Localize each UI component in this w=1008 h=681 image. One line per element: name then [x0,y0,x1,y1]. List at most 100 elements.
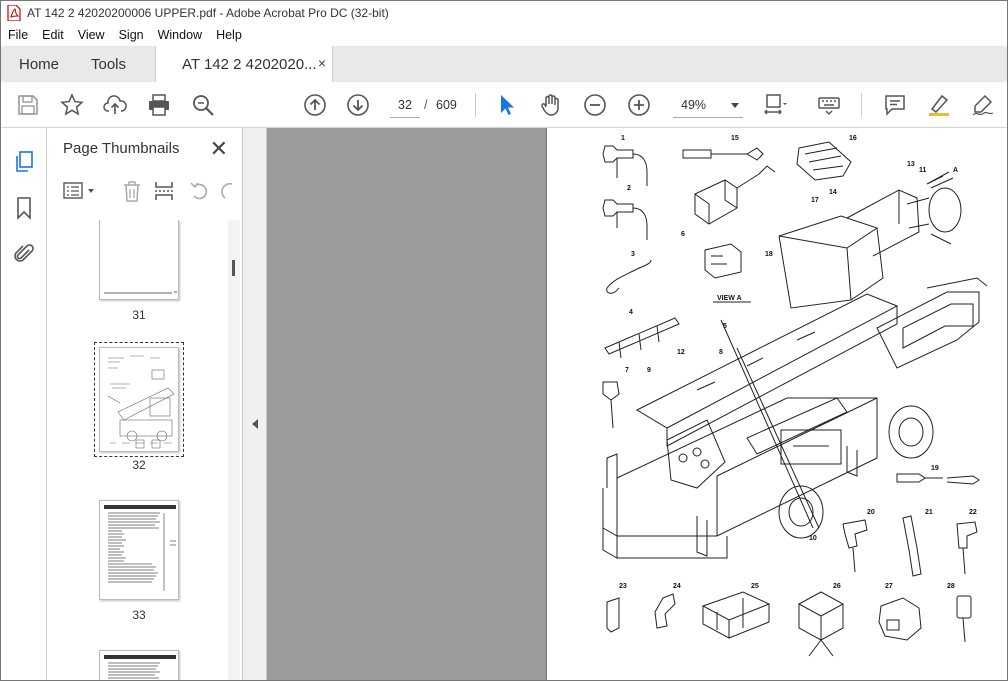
page-up-icon[interactable] [303,93,327,117]
hand-tool-icon[interactable] [539,93,563,117]
thumbnail-toolbar [47,174,243,208]
callout-10: 10 [809,535,817,542]
document-view[interactable]: 1 2 3 4 5 6 7 8 9 10 11 12 13 14 15 16 1… [267,128,1007,680]
callout-3: 3 [631,251,635,258]
page-thumbnail-image [104,505,176,591]
left-navigation-rail [0,128,47,681]
page-down-icon[interactable] [346,93,370,117]
callout-7: 7 [625,367,629,374]
zoom-level-value: 49% [681,98,707,112]
menu-edit[interactable]: Edit [35,28,71,42]
callout-28: 28 [947,583,955,590]
page-thumbnails-panel: Page Thumbnails ✕ 31 32 33 [47,128,243,681]
callout-24: 24 [673,583,681,590]
toolbar-separator [861,93,862,117]
tab-close-icon[interactable]: × [318,55,326,71]
thumbnail-label: 32 [132,458,146,472]
menu-bar: File Edit View Sign Window Help [0,24,1008,46]
thumbnail-label: 31 [132,308,146,322]
insert-page-icon[interactable] [153,180,175,202]
thumbnail-page-32[interactable] [94,342,184,457]
tab-tools[interactable]: Tools [91,46,126,82]
thumbnail-scrollbar[interactable] [228,220,240,681]
thumbnail-page-34[interactable] [99,650,179,681]
view-a-label: VIEW A [717,295,742,302]
collapse-arrow-icon[interactable] [252,419,258,429]
upload-share-icon[interactable] [103,93,127,117]
zoom-in-icon[interactable] [627,93,651,117]
bookmarks-icon[interactable] [12,196,36,220]
callout-14: 14 [829,189,837,196]
callout-16: 16 [849,135,857,142]
panel-collapse-strip[interactable] [243,128,267,681]
callout-20: 20 [867,509,875,516]
main-toolbar: 32 / 609 49% [0,82,1008,128]
tab-document[interactable]: AT 142 2 4202020... × [155,46,333,82]
print-icon[interactable] [147,93,171,117]
callout-9: 9 [647,367,651,374]
callout-5: 5 [723,323,727,330]
page-thumbnails-icon[interactable] [12,150,36,174]
page-thumbnail-image [104,655,176,681]
keyboard-icon[interactable] [817,93,841,117]
callout-6: 6 [681,231,685,238]
title-bar: AT 142 2 42020200006 UPPER.pdf - Adobe A… [0,0,1008,24]
menu-sign[interactable]: Sign [112,28,151,42]
menu-file[interactable]: File [1,28,35,42]
sign-pen-icon[interactable] [971,93,995,117]
view-a-letter: A [953,167,958,174]
menu-window[interactable]: Window [151,28,209,42]
callout-18: 18 [765,251,773,258]
save-icon[interactable] [16,93,40,117]
callout-25: 25 [751,583,759,590]
callout-17: 17 [811,197,819,204]
callout-19: 19 [931,465,939,472]
rotate-counterclockwise-icon[interactable] [189,180,211,202]
callout-11: 11 [919,167,927,174]
page-thumbnail-image [104,291,177,294]
fit-page-icon[interactable] [763,93,787,117]
tab-document-label: AT 142 2 4202020... [182,55,317,73]
menu-help[interactable]: Help [209,28,249,42]
thumbnail-page-33[interactable] [99,500,179,600]
toolbar-separator [475,93,476,117]
page-number-input[interactable]: 32 [390,92,420,118]
tab-bar: Home Tools AT 142 2 4202020... × [0,46,1008,82]
callout-15: 15 [731,135,739,142]
scrollbar-thumb[interactable] [232,260,235,276]
callout-1: 1 [621,135,625,142]
page-thumbnail-image [107,355,175,449]
callout-8: 8 [719,349,723,356]
delete-page-icon[interactable] [121,180,143,202]
rotate-clockwise-icon[interactable] [221,180,233,202]
zoom-out-icon[interactable] [583,93,607,117]
tab-home[interactable]: Home [19,46,59,82]
zoom-level-dropdown[interactable]: 49% [673,92,743,118]
callout-21: 21 [925,509,933,516]
attachments-icon[interactable] [12,242,36,266]
callout-4: 4 [629,309,633,316]
chevron-down-icon [731,103,739,108]
highlight-pen-icon[interactable] [927,93,951,117]
callout-23: 23 [619,583,627,590]
zoom-search-icon[interactable] [191,93,215,117]
callout-22: 22 [969,509,977,516]
bookmark-star-icon[interactable] [60,93,84,117]
acrobat-pdf-icon [7,4,21,21]
thumbnail-list: 31 32 33 [47,220,228,681]
menu-view[interactable]: View [71,28,112,42]
callout-27: 27 [885,583,893,590]
callout-2: 2 [627,185,631,192]
window-title: AT 142 2 42020200006 UPPER.pdf - Adobe A… [27,5,389,20]
thumbnail-label: 33 [132,608,146,622]
callout-26: 26 [833,583,841,590]
parts-diagram: 1 2 3 4 5 6 7 8 9 10 11 12 13 14 15 16 1… [602,135,988,657]
select-cursor-icon[interactable] [495,93,519,117]
callout-12: 12 [677,349,685,356]
thumbnail-page-31[interactable] [99,220,179,300]
comment-icon[interactable] [883,93,907,117]
callout-13: 13 [907,161,915,168]
page-separator: / [424,98,428,112]
close-icon[interactable]: ✕ [210,136,228,162]
options-menu-icon[interactable] [63,180,97,202]
